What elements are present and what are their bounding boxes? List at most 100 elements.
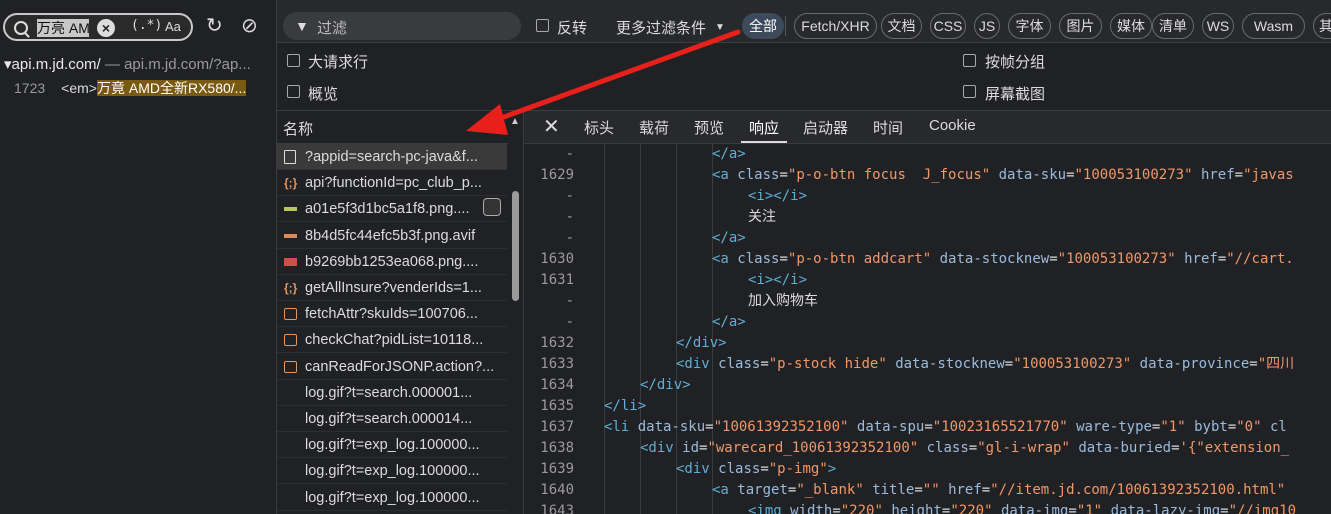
token-val: "p-o-btn focus J_focus"	[787, 167, 991, 183]
name-column-label: 名称	[283, 121, 314, 138]
request-row[interactable]: {;} api?functionId=pc_club_p...	[277, 170, 507, 197]
token-tag: </div>	[640, 377, 691, 393]
request-row[interactable]: log.gif?t=search.000014...	[277, 406, 507, 432]
token-val: "10061392352100"	[713, 419, 849, 435]
token-attr: href	[948, 482, 982, 498]
list-scrollbar[interactable]	[512, 191, 519, 301]
search-box[interactable]: 万亮 AM × (.*) Aa	[3, 13, 193, 41]
tab-6[interactable]: Cookie	[929, 117, 976, 134]
line-source: <div id="warecard_10061392352100" class=…	[640, 438, 1289, 459]
token-attr: class	[926, 440, 969, 456]
invert-checkbox[interactable]	[536, 19, 549, 32]
token-val: "warecard_10061392352100"	[707, 440, 919, 456]
group-by-frame-checkbox[interactable]	[963, 54, 976, 67]
filter-chip[interactable]: JS	[974, 13, 1000, 39]
token-txt: =	[1068, 503, 1077, 514]
token-val: "220"	[840, 503, 883, 514]
token-txt: =	[779, 167, 788, 183]
filter-chip[interactable]: Fetch/XHR	[794, 13, 877, 39]
tab-0[interactable]: 标头	[584, 117, 614, 138]
request-row[interactable]: canReadForJSONP.action?...	[277, 354, 507, 380]
filter-input[interactable]: ▼ 过滤	[283, 12, 521, 40]
request-row[interactable]: checkChat?pidList=10118...	[277, 327, 507, 354]
clear-results-icon[interactable]: ⊘	[241, 16, 261, 36]
tab-3[interactable]: 响应	[749, 117, 779, 138]
filter-chip[interactable]: 文档	[881, 13, 922, 39]
request-name: checkChat?pidList=10118...	[305, 332, 484, 349]
request-row[interactable]: log.gif?t=search.000001...	[277, 380, 507, 406]
request-list: 名称 ▲ ?appid=search-pc-java&f... {;} api?fu…	[277, 111, 520, 514]
overview-label: 概览	[308, 86, 339, 103]
regex-toggle[interactable]: (.*)	[131, 18, 162, 33]
request-row[interactable]: log.gif?t=exp_log.100000...	[277, 432, 507, 459]
line-source: <i></i>	[748, 270, 807, 291]
line-source: 加入购物车	[748, 291, 818, 312]
request-row[interactable]: {;} getAllInsure?venderIds=1...	[277, 275, 507, 301]
token-tag: <div	[676, 461, 719, 477]
filter-chip[interactable]: 清单	[1152, 13, 1194, 39]
search-result-line[interactable]: 1723 <em>万竟 AMD全新RX580/...	[14, 78, 247, 98]
filter-toolbar: ▼ 过滤 反转 更多过滤条件 ▼ 全部 Fetch/XHR 文档 CSS JS 字体 图片媒…	[277, 0, 1331, 43]
screenshots-checkbox[interactable]	[963, 85, 976, 98]
line-number: 1635	[540, 398, 574, 414]
filter-chip[interactable]: 其他	[1313, 13, 1331, 39]
filter-chip[interactable]: 全部	[742, 13, 784, 39]
request-row[interactable]: 8b4d5fc44efc5b3f.png.avif	[277, 223, 507, 249]
name-column-header[interactable]: 名称 ▲	[277, 111, 520, 144]
big-rows-checkbox[interactable]	[287, 54, 300, 67]
request-row[interactable]: b9269bb1253ea068.png....	[277, 249, 507, 275]
filter-funnel-icon: ▼	[295, 18, 309, 34]
group-by-frame-label: 按帧分组	[985, 54, 1046, 71]
token-txt: =	[1049, 251, 1058, 267]
result-highlight: 万竟 AMD全新RX580/...	[96, 80, 247, 96]
line-number: 1633	[540, 356, 574, 372]
filter-chip[interactable]: 字体	[1008, 13, 1051, 39]
filter-chip[interactable]: WS	[1202, 13, 1234, 39]
token-val: "220"	[950, 503, 993, 514]
request-row[interactable]: log.gif?t=exp_log.100000...	[277, 458, 507, 485]
overview-checkbox[interactable]	[287, 85, 300, 98]
tab-1[interactable]: 载荷	[639, 117, 669, 138]
image-icon	[284, 257, 297, 266]
token-txt: =	[705, 419, 714, 435]
search-input[interactable]: 万亮 AM	[37, 19, 89, 37]
token-tag: >	[827, 461, 837, 477]
token-txt: =	[981, 482, 991, 498]
row-checkbox-badge[interactable]	[483, 198, 501, 217]
line-source: </a>	[712, 228, 746, 249]
token-val: "//img10	[1228, 503, 1297, 514]
refresh-icon[interactable]: ↻	[206, 16, 226, 36]
response-code-view[interactable]: - </a> 1629 <a class="p-o-btn focus J_focus…	[524, 144, 1331, 514]
request-name: canReadForJSONP.action?...	[305, 358, 495, 375]
token-val: "_blank"	[796, 482, 864, 498]
request-name: api?functionId=pc_club_p...	[305, 175, 482, 192]
filter-chip[interactable]: 图片	[1059, 13, 1102, 39]
clear-search-icon[interactable]: ×	[97, 19, 115, 37]
request-name: 8b4d5fc44efc5b3f.png.avif	[305, 227, 476, 244]
match-case-toggle[interactable]: Aa	[165, 19, 181, 34]
token-attr: class	[718, 356, 761, 372]
filter-chip[interactable]: 媒体	[1110, 13, 1152, 39]
request-row[interactable]: a01e5f3d1bc5a1f8.png....	[277, 196, 507, 223]
search-result-group[interactable]: ▾api.m.jd.com/ — api.m.jd.com/?ap...	[4, 55, 251, 73]
indent-guide	[604, 144, 605, 514]
filter-chip[interactable]: CSS	[930, 13, 966, 39]
options-panel: 大请求行 概览 按帧分组 屏幕截图	[277, 43, 1331, 111]
token-tag: <a	[712, 482, 738, 498]
tab-5[interactable]: 时间	[873, 117, 903, 138]
request-row[interactable]: fetchAttr?skuIds=100706...	[277, 301, 507, 328]
filter-chip[interactable]: Wasm	[1242, 13, 1305, 39]
request-row[interactable]: log.gif?t=exp_log.100000...	[277, 485, 507, 511]
more-filters-dropdown[interactable]: 更多过滤条件	[616, 17, 706, 38]
line-number: -	[565, 230, 574, 246]
request-row[interactable]: ?appid=search-pc-java&f...	[277, 144, 507, 170]
tab-4[interactable]: 启动器	[803, 117, 848, 138]
token-tag: </li>	[604, 398, 647, 414]
tab-2[interactable]: 预览	[694, 117, 724, 138]
close-icon[interactable]: ✕	[543, 114, 560, 139]
